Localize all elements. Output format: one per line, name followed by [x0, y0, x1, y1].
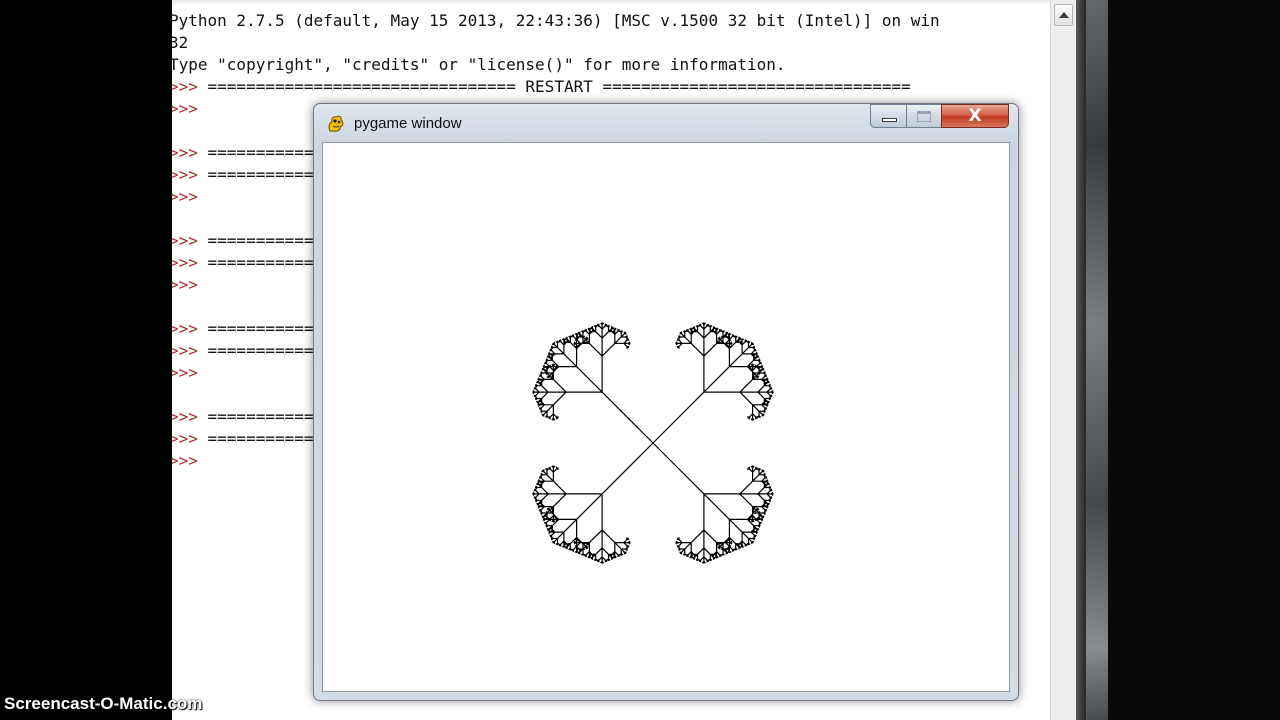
shell-prompt: >>> — [172, 231, 208, 250]
shell-line-text: ================================ RESTART… — [207, 77, 911, 96]
shell-line-text: Type "copyright", "credits" or "license(… — [172, 55, 786, 74]
maximize-icon — [917, 111, 931, 122]
shell-prompt: >>> — [172, 341, 208, 360]
pygame-window[interactable]: pygame window X — [313, 103, 1019, 701]
desktop-background — [1106, 0, 1280, 720]
shell-prompt: >>> — [172, 99, 208, 118]
shell-top-edge — [172, 0, 1050, 6]
pygame-snake-icon — [326, 114, 346, 134]
shell-line: >>> — [172, 274, 208, 296]
shell-prompt: >>> — [172, 319, 208, 338]
minimize-icon — [882, 118, 897, 122]
shell-line: >>> ================================ RES… — [172, 76, 911, 98]
shell-prompt: >>> — [172, 77, 208, 96]
shell-line-text: Python 2.7.5 (default, May 15 2013, 22:4… — [172, 11, 940, 30]
watermark: Screencast-O-Matic.com — [4, 694, 203, 713]
shell-prompt: >>> — [172, 407, 208, 426]
shell-line: >>> — [172, 362, 208, 384]
shell-line: >>> — [172, 98, 208, 120]
fractal-branches — [532, 322, 774, 564]
shell-line: Python 2.7.5 (default, May 15 2013, 22:4… — [172, 10, 940, 32]
shell-prompt: >>> — [172, 451, 208, 470]
close-icon: X — [968, 106, 982, 126]
close-button[interactable]: X — [941, 104, 1009, 128]
shell-prompt: >>> — [172, 165, 208, 184]
minimize-button[interactable] — [870, 104, 907, 128]
maximize-button[interactable] — [906, 104, 942, 128]
shell-prompt: >>> — [172, 143, 208, 162]
shell-scrollbar[interactable] — [1050, 0, 1077, 720]
shell-line-text: 32 — [172, 33, 189, 52]
shell-line: Type "copyright", "credits" or "license(… — [172, 54, 786, 76]
shell-prompt: >>> — [172, 187, 208, 206]
pygame-canvas[interactable] — [322, 142, 1010, 692]
shell-prompt: >>> — [172, 429, 208, 448]
fractal-drawing — [532, 322, 774, 564]
shell-prompt: >>> — [172, 363, 208, 382]
shell-prompt: >>> — [172, 275, 208, 294]
window-title: pygame window — [354, 115, 462, 132]
shell-line: >>> — [172, 450, 208, 472]
shell-prompt: >>> — [172, 253, 208, 272]
desktop-wallpaper-strip — [1086, 0, 1108, 720]
shell-line: 32 — [172, 32, 188, 54]
shell-line: >>> — [172, 186, 208, 208]
scroll-up-button[interactable] — [1054, 4, 1073, 26]
